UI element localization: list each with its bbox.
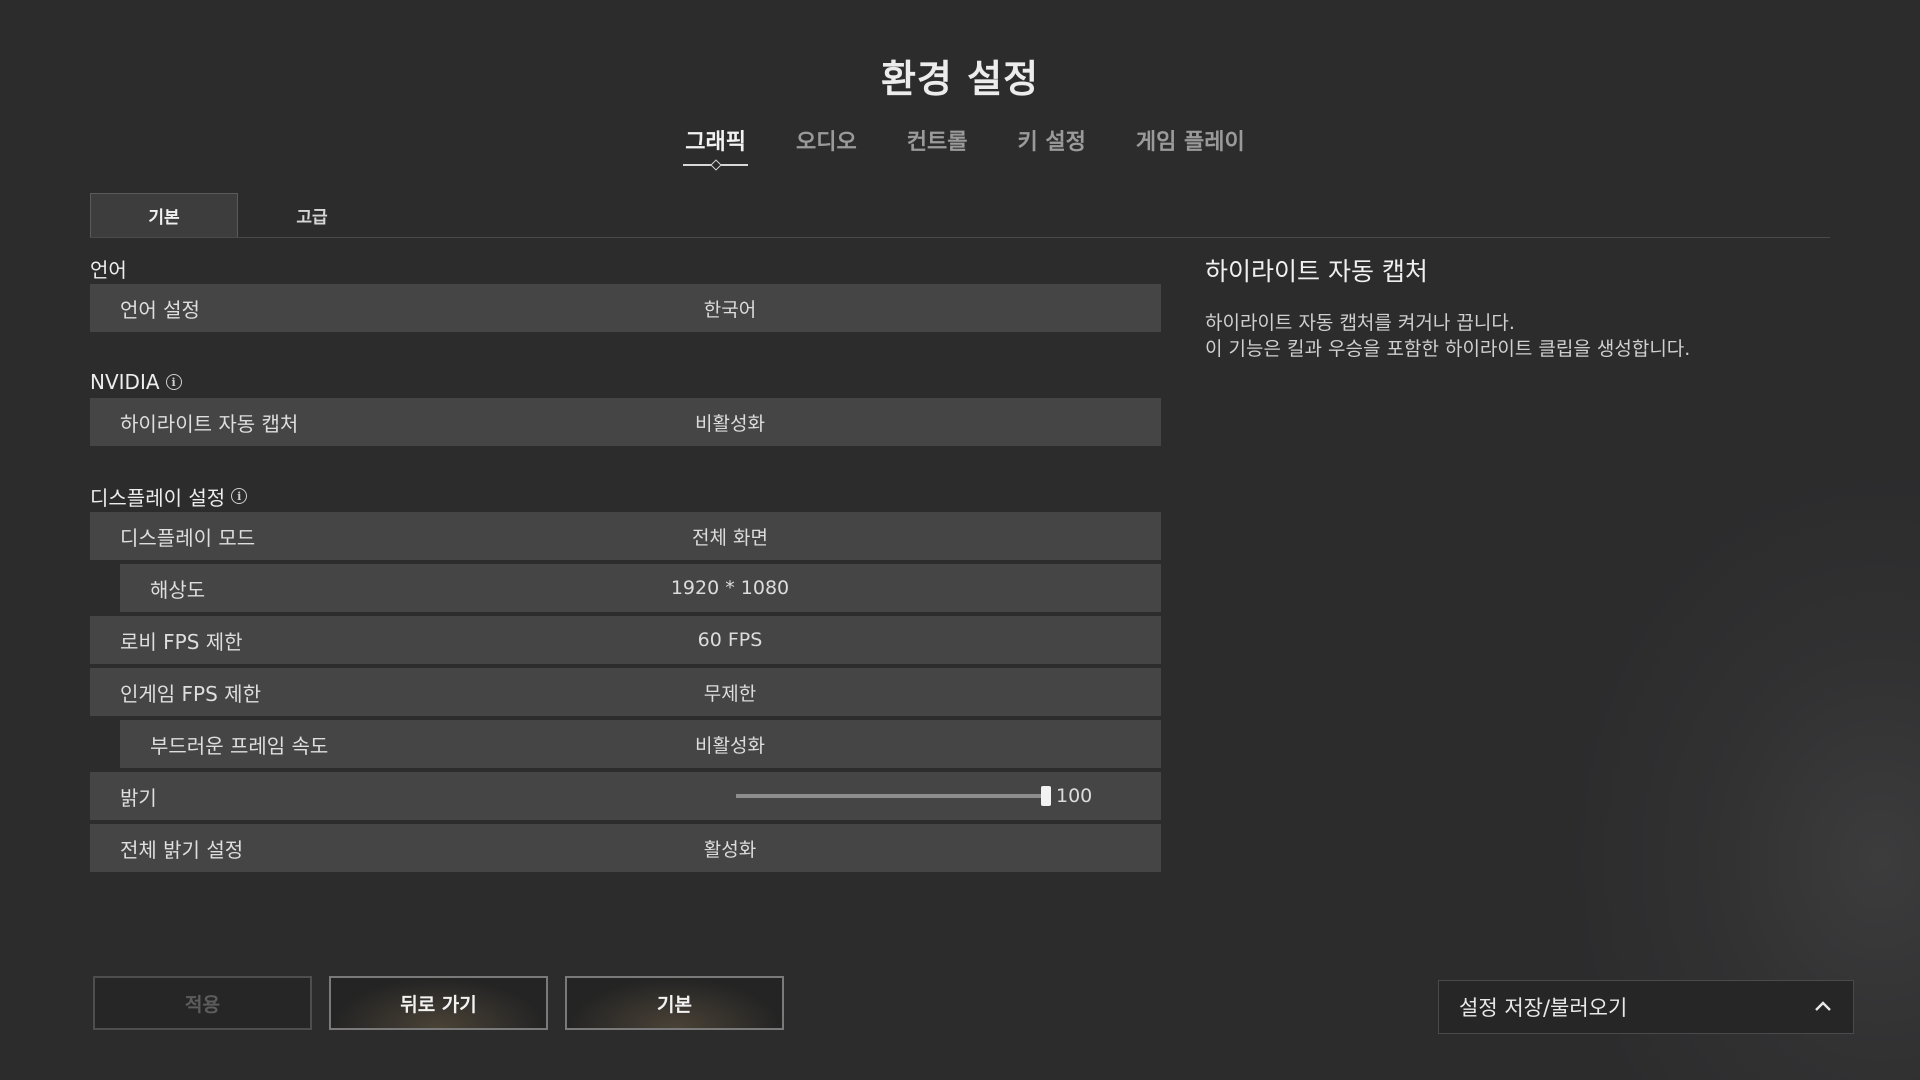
detail-title: 하이라이트 자동 캡처 <box>1205 257 1428 286</box>
tab-graphics[interactable]: 그래픽 <box>683 120 748 166</box>
setting-label: 언어 설정 <box>120 297 200 322</box>
detail-description: 하이라이트 자동 캡처를 켜거나 끕니다. 이 기능은 킬과 우승을 포함한 하… <box>1205 310 1845 362</box>
tab-keybindings[interactable]: 키 설정 <box>1015 120 1087 166</box>
main-tabs: 그래픽 오디오 컨트롤 키 설정 게임 플레이 <box>0 120 1920 166</box>
apply-button[interactable]: 적용 <box>93 976 312 1030</box>
subtab-advanced[interactable]: 고급 <box>238 193 386 237</box>
setting-label: 인게임 FPS 제한 <box>120 681 261 706</box>
setting-value: 전체 화면 <box>692 526 768 549</box>
setting-row-ingame-fps[interactable]: 인게임 FPS 제한 무제한 <box>90 668 1161 716</box>
setting-value: 활성화 <box>703 838 757 861</box>
detail-line: 하이라이트 자동 캡처를 켜거나 끕니다. <box>1205 312 1515 334</box>
chevron-up-icon <box>1813 997 1833 1018</box>
setting-row-brightness: 밝기 100 <box>90 772 1161 820</box>
setting-value: 60 FPS <box>697 629 763 651</box>
setting-label: 전체 밝기 설정 <box>120 837 244 862</box>
save-load-dropdown[interactable]: 설정 저장/불러오기 <box>1438 980 1854 1034</box>
section-title: 언어 <box>90 257 127 282</box>
sub-tabs: 기본 고급 <box>90 193 1830 238</box>
subtab-basic[interactable]: 기본 <box>90 193 238 237</box>
page-title: 환경 설정 <box>880 57 1040 101</box>
slider-thumb[interactable] <box>1041 786 1051 806</box>
setting-value: 비활성화 <box>695 734 765 757</box>
section-nvidia-header: NVIDIA i <box>90 366 1161 398</box>
save-load-label: 설정 저장/불러오기 <box>1459 996 1628 1020</box>
setting-label: 하이라이트 자동 캡처 <box>120 411 299 436</box>
tab-controls[interactable]: 컨트롤 <box>905 120 970 166</box>
info-icon[interactable]: i <box>231 488 248 504</box>
tab-gameplay[interactable]: 게임 플레이 <box>1134 120 1247 166</box>
setting-value: 비활성화 <box>695 412 765 435</box>
setting-row-smooth-framerate[interactable]: 부드러운 프레임 속도 비활성화 <box>120 720 1161 768</box>
detail-panel: 하이라이트 자동 캡처 하이라이트 자동 캡처를 켜거나 끕니다. 이 기능은 … <box>1205 252 1845 362</box>
back-button[interactable]: 뒤로 가기 <box>329 976 548 1030</box>
setting-row-display-mode[interactable]: 디스플레이 모드 전체 화면 <box>90 512 1161 560</box>
section-title: NVIDIA <box>90 370 160 394</box>
setting-label: 부드러운 프레임 속도 <box>150 733 329 758</box>
setting-row-highlight-capture[interactable]: 하이라이트 자동 캡처 비활성화 <box>90 398 1161 446</box>
setting-value: 한국어 <box>703 298 757 321</box>
section-language-header: 언어 <box>90 252 1161 284</box>
setting-label: 로비 FPS 제한 <box>120 629 243 654</box>
settings-list: 언어 언어 설정 한국어 NVIDIA i 하이라이트 자동 캡처 비활성화 디… <box>90 252 1161 876</box>
detail-line: 이 기능은 킬과 우승을 포함한 하이라이트 클립을 생성합니다. <box>1205 338 1691 360</box>
brightness-slider[interactable]: 100 <box>736 772 1096 820</box>
slider-value: 100 <box>1056 785 1093 807</box>
setting-row-lobby-fps[interactable]: 로비 FPS 제한 60 FPS <box>90 616 1161 664</box>
tab-audio[interactable]: 오디오 <box>794 120 859 166</box>
setting-row-language[interactable]: 언어 설정 한국어 <box>90 284 1161 332</box>
info-icon[interactable]: i <box>165 374 182 390</box>
slider-fill <box>736 794 1046 798</box>
setting-label: 해상도 <box>150 577 206 602</box>
setting-row-global-brightness[interactable]: 전체 밝기 설정 활성화 <box>90 824 1161 872</box>
setting-label: 밝기 <box>120 785 157 810</box>
setting-value: 무제한 <box>703 682 757 705</box>
default-button[interactable]: 기본 <box>565 976 784 1030</box>
setting-label: 디스플레이 모드 <box>120 525 256 550</box>
section-display-header: 디스플레이 설정 i <box>90 480 1161 512</box>
section-title: 디스플레이 설정 <box>90 485 226 510</box>
setting-value: 1920 * 1080 <box>670 577 790 599</box>
setting-row-resolution[interactable]: 해상도 1920 * 1080 <box>120 564 1161 612</box>
